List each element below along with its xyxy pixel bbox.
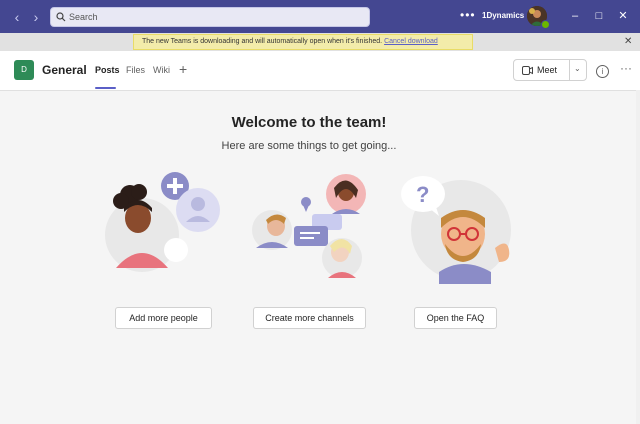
banner-close-icon[interactable]: ✕ xyxy=(624,36,632,47)
meet-button-group[interactable]: Meet ⌄ xyxy=(513,59,587,81)
video-camera-icon xyxy=(522,66,533,75)
forward-arrow-icon[interactable]: › xyxy=(29,9,43,25)
page-subtitle: Here are some things to get going... xyxy=(221,140,397,152)
channels-illustration-icon xyxy=(252,174,366,278)
more-options-icon[interactable]: ••• xyxy=(460,8,476,22)
org-name: 1Dynamics xyxy=(482,11,525,20)
minimize-icon[interactable]: – xyxy=(568,9,582,23)
search-box[interactable] xyxy=(50,7,370,27)
meet-divider xyxy=(569,60,570,80)
active-tab-indicator xyxy=(95,87,116,89)
create-more-channels-button[interactable]: Create more channels xyxy=(253,307,366,329)
close-window-icon[interactable]: ✕ xyxy=(616,9,630,23)
scrollbar-track[interactable] xyxy=(636,90,640,424)
faq-illustration-icon: ? xyxy=(401,176,511,284)
tab-files[interactable]: Files xyxy=(126,65,145,75)
cancel-download-link[interactable]: Cancel download xyxy=(384,38,438,45)
team-avatar: D xyxy=(14,60,34,80)
meet-button[interactable]: Meet xyxy=(537,65,557,75)
add-person-illustration-icon xyxy=(105,172,220,272)
banner-message-box: The new Teams is downloading and will au… xyxy=(133,34,473,50)
banner-message: The new Teams is downloading and will au… xyxy=(142,38,383,45)
channel-header: D General Posts Files Wiki + Meet ⌄ i ··… xyxy=(0,51,640,91)
presence-available-icon xyxy=(541,20,550,29)
maximize-icon[interactable]: □ xyxy=(592,9,606,23)
title-bar: ‹ › ••• 1Dynamics – □ ✕ xyxy=(0,0,640,33)
page-title: Welcome to the team! xyxy=(231,114,387,131)
back-arrow-icon[interactable]: ‹ xyxy=(10,9,24,25)
open-faq-button[interactable]: Open the FAQ xyxy=(414,307,497,329)
svg-text:?: ? xyxy=(416,182,429,207)
add-tab-button[interactable]: + xyxy=(179,61,187,77)
update-banner: The new Teams is downloading and will au… xyxy=(0,33,640,51)
add-more-people-button[interactable]: Add more people xyxy=(115,307,212,329)
chevron-down-icon[interactable]: ⌄ xyxy=(574,64,581,73)
channel-name: General xyxy=(42,63,87,77)
more-options-icon[interactable]: ··· xyxy=(620,61,632,75)
search-input[interactable] xyxy=(69,10,359,24)
tab-wiki[interactable]: Wiki xyxy=(153,65,170,75)
search-icon xyxy=(56,12,66,22)
tab-posts[interactable]: Posts xyxy=(95,65,120,75)
info-icon[interactable]: i xyxy=(596,65,609,78)
